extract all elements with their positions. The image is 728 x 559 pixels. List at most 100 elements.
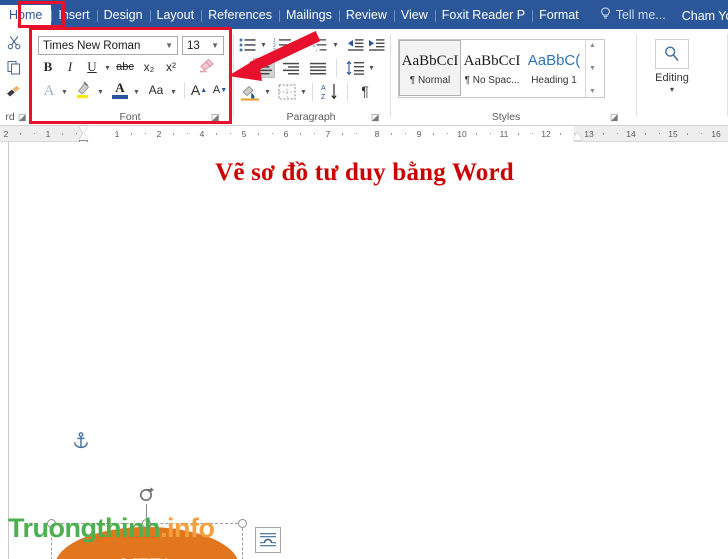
editing-chevron-down-icon[interactable]: ▾ bbox=[670, 85, 674, 94]
style-card-heading-1[interactable]: AaBbC( Heading 1 bbox=[523, 40, 585, 96]
tab-design[interactable]: Design bbox=[96, 5, 150, 29]
shading-chevron-down-icon[interactable]: ▼ bbox=[264, 89, 271, 96]
tell-me-box[interactable]: Tell me... bbox=[586, 4, 674, 29]
document-canvas[interactable]: Vẽ sơ đồ tư duy bằng Word Truongthinh.in… bbox=[0, 142, 728, 559]
style-name: ¶ Normal bbox=[409, 74, 451, 86]
font-name-combobox[interactable]: Times New Roman ▼ bbox=[38, 36, 178, 55]
svg-text:A: A bbox=[321, 85, 326, 92]
font-size-value: 13 bbox=[187, 39, 200, 52]
multilevel-chevron-down-icon[interactable]: ▼ bbox=[332, 42, 339, 49]
styles-scroll-up-icon[interactable]: ▲ bbox=[589, 42, 596, 49]
ruler-mark: 9 bbox=[416, 129, 422, 139]
oval-shape-text: META bbox=[121, 555, 173, 559]
strikethrough-button[interactable]: abc bbox=[114, 58, 136, 76]
bullets-chevron-down-icon[interactable]: ▼ bbox=[260, 42, 267, 49]
numbering-chevron-down-icon[interactable]: ▼ bbox=[296, 42, 303, 49]
change-case-button[interactable]: Aa bbox=[144, 81, 168, 99]
font-color-icon[interactable]: A bbox=[109, 79, 131, 101]
text-effects-chevron-down-icon[interactable]: ▼ bbox=[61, 89, 68, 96]
tab-format[interactable]: Format bbox=[532, 5, 586, 29]
rotate-handle-icon[interactable] bbox=[138, 486, 156, 504]
grow-font-button[interactable]: A ▲ bbox=[190, 81, 208, 99]
tab-mailings[interactable]: Mailings bbox=[279, 5, 339, 29]
document-page[interactable]: Vẽ sơ đồ tư duy bằng Word bbox=[8, 142, 720, 559]
tab-view[interactable]: View bbox=[393, 5, 435, 29]
copy-icon[interactable] bbox=[7, 60, 22, 78]
style-card-normal[interactable]: AaBbCcI ¶ Normal bbox=[399, 40, 461, 96]
subscript-button[interactable]: x₂ bbox=[140, 58, 158, 76]
justify-icon[interactable] bbox=[307, 58, 329, 78]
text-effects-icon[interactable]: A bbox=[39, 81, 59, 101]
tab-insert[interactable]: Insert bbox=[51, 5, 96, 29]
underline-chevron-down-icon[interactable]: ▼ bbox=[104, 65, 111, 72]
borders-chevron-down-icon[interactable]: ▼ bbox=[300, 89, 307, 96]
font-color-chevron-down-icon[interactable]: ▼ bbox=[133, 89, 140, 96]
group-styles: AaBbCcI ¶ Normal AaBbCcI ¶ No Spac... Aa… bbox=[391, 29, 635, 126]
layout-options-icon[interactable] bbox=[255, 527, 281, 553]
ruler-mark: 5 bbox=[241, 129, 247, 139]
tab-foxit-reader-pdf[interactable]: Foxit Reader P bbox=[434, 5, 532, 29]
tab-home[interactable]: Home bbox=[0, 5, 52, 29]
first-line-indent-marker[interactable] bbox=[79, 126, 88, 133]
style-sample: AaBbC( bbox=[527, 51, 581, 69]
increase-indent-icon[interactable] bbox=[367, 36, 386, 54]
highlight-chevron-down-icon[interactable]: ▼ bbox=[97, 89, 104, 96]
borders-icon[interactable] bbox=[276, 82, 298, 102]
line-spacing-chevron-down-icon[interactable]: ▼ bbox=[368, 65, 375, 72]
style-card-no-spacing[interactable]: AaBbCcI ¶ No Spac... bbox=[461, 40, 523, 96]
styles-gallery[interactable]: AaBbCcI ¶ Normal AaBbCcI ¶ No Spac... Aa… bbox=[398, 39, 605, 98]
superscript-button[interactable]: x² bbox=[162, 58, 180, 76]
styles-gallery-scrollbar[interactable]: ▲ ▼ ▼ bbox=[585, 40, 599, 97]
shading-icon[interactable] bbox=[238, 82, 262, 102]
show-formatting-marks-button[interactable]: ¶ bbox=[355, 81, 375, 101]
chevron-down-icon: ▼ bbox=[211, 41, 219, 50]
clear-formatting-icon[interactable] bbox=[196, 57, 216, 77]
bullet-list-icon[interactable] bbox=[238, 36, 258, 54]
scissors-icon[interactable] bbox=[7, 35, 22, 53]
account-name[interactable]: Cham Yoko bbox=[674, 6, 728, 29]
svg-text:3: 3 bbox=[273, 48, 276, 52]
ruler-mark: 6 bbox=[283, 129, 289, 139]
svg-text:Z: Z bbox=[321, 94, 326, 100]
paintbrush-icon[interactable] bbox=[6, 85, 22, 102]
sort-icon[interactable]: A Z bbox=[319, 81, 341, 102]
highlight-color-icon[interactable] bbox=[73, 79, 95, 101]
line-spacing-icon[interactable] bbox=[344, 58, 366, 78]
ribbon: rd ◪ Times New Roman ▼ 13 ▼ B I U ▼ abc … bbox=[0, 29, 728, 126]
hanging-indent-marker[interactable] bbox=[79, 133, 88, 140]
watermark-brand: Truongthinh.info bbox=[8, 513, 215, 544]
decrease-indent-icon[interactable] bbox=[346, 36, 365, 54]
paragraph-dialog-launcher[interactable]: ◪ bbox=[371, 112, 382, 123]
editing-button[interactable]: Editing ▾ bbox=[645, 39, 699, 95]
styles-dialog-launcher[interactable]: ◪ bbox=[610, 112, 621, 123]
group-font: Times New Roman ▼ 13 ▼ B I U ▼ abc x₂ x² bbox=[30, 29, 230, 126]
clipboard-dialog-launcher[interactable]: ◪ bbox=[18, 112, 29, 123]
ribbon-tabbar: Home Insert Design Layout References Mai… bbox=[0, 0, 728, 29]
styles-more-icon[interactable]: ▼ bbox=[589, 88, 596, 95]
paragraph-divider-3 bbox=[347, 83, 348, 101]
multilevel-list-icon[interactable]: 1 a i bbox=[308, 36, 330, 54]
shrink-font-button[interactable]: A ▼ bbox=[211, 81, 229, 99]
tab-review[interactable]: Review bbox=[338, 5, 394, 29]
tab-layout[interactable]: Layout bbox=[149, 5, 202, 29]
italic-button[interactable]: I bbox=[61, 58, 79, 76]
ruler-mark: 2 bbox=[156, 129, 162, 139]
ruler-mark: 11 bbox=[499, 129, 509, 139]
style-name: Heading 1 bbox=[531, 74, 577, 86]
styles-scroll-down-icon[interactable]: ▼ bbox=[589, 65, 596, 72]
font-size-combobox[interactable]: 13 ▼ bbox=[182, 36, 224, 55]
font-dialog-launcher[interactable]: ◪ bbox=[211, 112, 222, 123]
horizontal-ruler[interactable]: 2 1 1 2 4 5 6 7 8 9 10 11 12 13 14 15 16 bbox=[0, 126, 728, 146]
align-right-icon[interactable] bbox=[280, 58, 302, 78]
align-center-icon[interactable] bbox=[253, 58, 275, 78]
right-indent-marker[interactable] bbox=[573, 133, 582, 140]
bold-button[interactable]: B bbox=[39, 58, 57, 76]
tab-references[interactable]: References bbox=[201, 5, 279, 29]
change-case-chevron-down-icon[interactable]: ▼ bbox=[170, 89, 177, 96]
editing-label: Editing bbox=[655, 72, 689, 84]
underline-button[interactable]: U bbox=[83, 58, 101, 76]
svg-text:i: i bbox=[316, 48, 317, 52]
ruler-mark: 4 bbox=[199, 129, 205, 139]
numbered-list-icon[interactable]: 1 2 3 bbox=[272, 36, 294, 54]
resize-handle-top-right[interactable] bbox=[238, 519, 247, 528]
